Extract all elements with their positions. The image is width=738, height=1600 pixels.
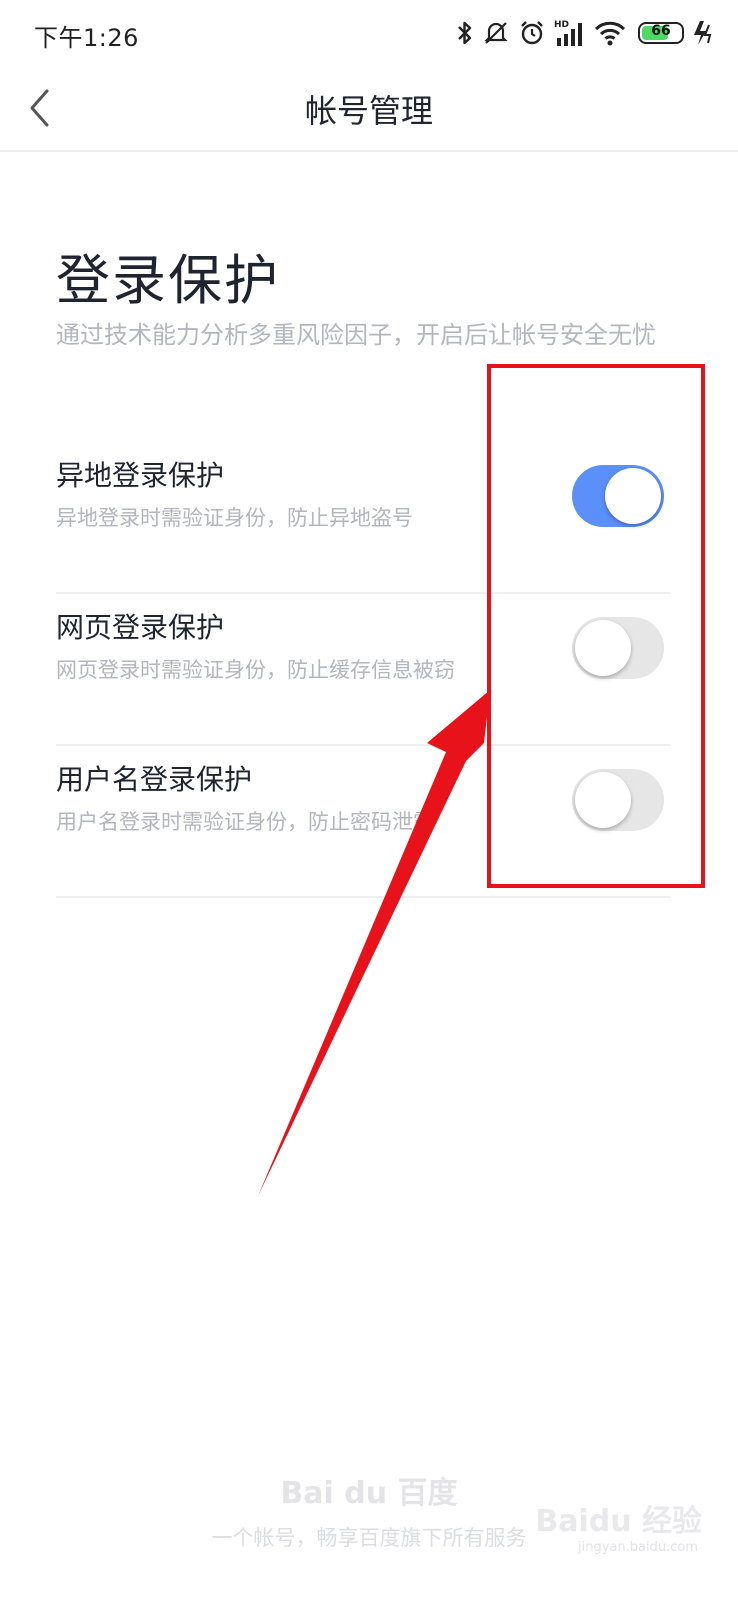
setting-description: 用户名登录时需验证身份，防止密码泄露	[56, 810, 434, 834]
status-icons: HD 66	[456, 16, 714, 50]
toggle-knob	[575, 772, 631, 828]
mute-icon	[482, 18, 510, 48]
status-bar: 下午1:26 HD 66	[0, 0, 738, 66]
battery-icon: 66	[638, 22, 684, 44]
web-login-toggle[interactable]	[572, 617, 664, 679]
alarm-icon	[518, 18, 546, 48]
nav-bar: 帐号管理	[0, 66, 738, 152]
bluetooth-icon	[456, 18, 474, 48]
toggle-knob	[575, 620, 631, 676]
username-login-toggle[interactable]	[572, 769, 664, 831]
charging-icon	[692, 18, 714, 48]
setting-row-username-login: 用户名登录保护 用户名登录时需验证身份，防止密码泄露	[56, 744, 670, 898]
section-description: 通过技术能力分析多重风险因子，开启后让帐号安全无忧	[56, 321, 656, 349]
section-title: 登录保护	[56, 249, 280, 312]
setting-description: 异地登录时需验证身份，防止异地盗号	[56, 506, 413, 530]
setting-row-remote-login: 异地登录保护 异地登录时需验证身份，防止异地盗号	[56, 440, 670, 594]
page-title: 帐号管理	[304, 92, 433, 130]
watermark-url: jingyan.baidu.com	[578, 1540, 698, 1555]
setting-title: 网页登录保护	[56, 611, 225, 644]
setting-description: 网页登录时需验证身份，防止缓存信息被窃	[56, 658, 455, 682]
setting-title: 用户名登录保护	[56, 763, 253, 796]
remote-login-toggle[interactable]	[572, 465, 664, 527]
toggle-knob	[605, 468, 661, 524]
svg-text:HD: HD	[554, 20, 569, 30]
setting-title: 异地登录保护	[56, 459, 225, 492]
wifi-icon	[594, 18, 626, 48]
hd-signal-icon: HD	[554, 18, 586, 48]
battery-level: 66	[651, 23, 671, 39]
setting-row-web-login: 网页登录保护 网页登录时需验证身份，防止缓存信息被窃	[56, 592, 670, 746]
status-time: 下午1:26	[34, 24, 139, 52]
watermark: Baidu 经验	[535, 1504, 702, 1539]
